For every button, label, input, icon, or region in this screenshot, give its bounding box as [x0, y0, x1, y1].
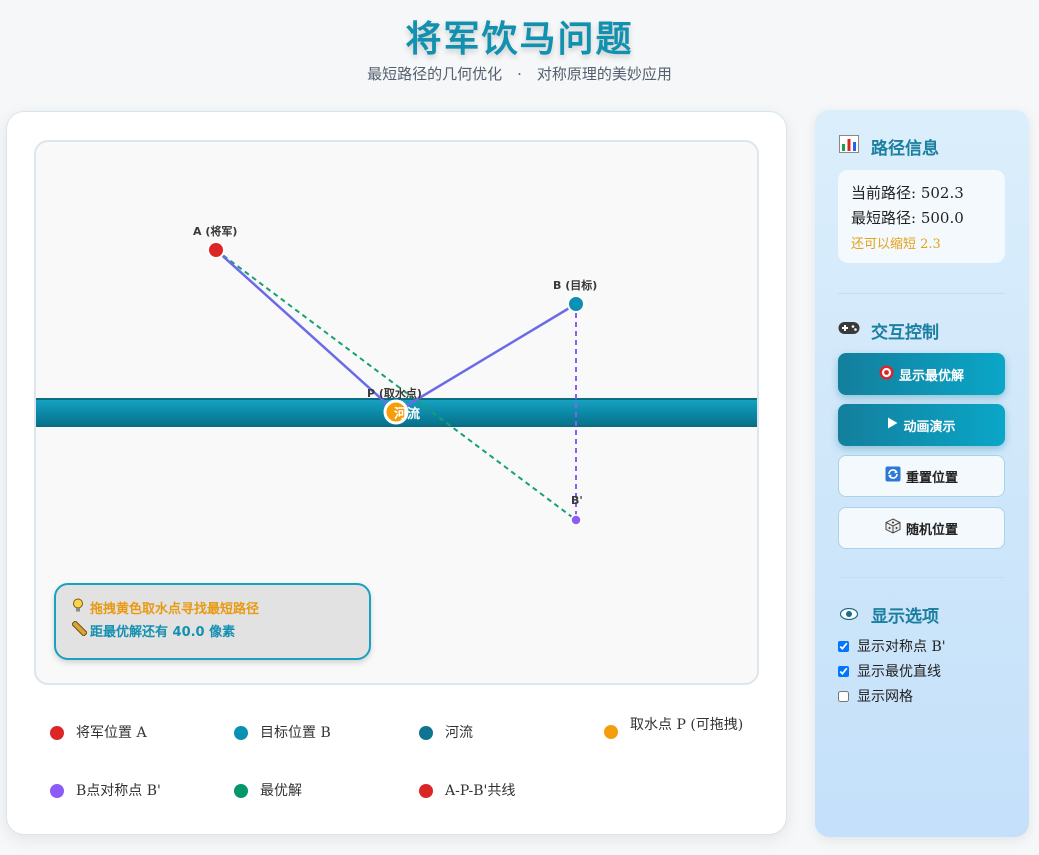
legend-label: 最优解 [260, 783, 302, 799]
checkbox-show-optimal-line[interactable]: 显示最优直线 [838, 661, 941, 681]
label-point-p: P (取水点) [367, 387, 422, 400]
legend-item-collinear: A-P-B'共线 [419, 783, 569, 800]
label-point-b: B (目标) [553, 279, 598, 292]
hint-box: 拖拽黄色取水点寻找最短路径 距最优解还有 40.0 像素 [54, 583, 371, 660]
legend-item-target-b: 目标位置 B [234, 725, 384, 742]
play-icon [887, 417, 898, 433]
remaining-hint: 还可以缩短 2.3 [851, 237, 941, 252]
path-info-title: 路径信息 [838, 134, 939, 159]
geometry-canvas[interactable]: A (将军) B (目标) P (取水点) B' 河流 拖拽黄色取水点寻找最短路… [34, 140, 759, 685]
point-b[interactable] [567, 295, 585, 313]
eye-icon [838, 605, 860, 625]
legend-dot [50, 726, 64, 740]
page-title: 将军饮马问题 [405, 18, 634, 60]
random-button[interactable]: 随机位置 [838, 507, 1005, 549]
refresh-icon [885, 466, 901, 486]
checkbox-input[interactable] [838, 665, 849, 677]
legend-dot [234, 784, 248, 798]
legend-label: 河流 [445, 725, 473, 741]
gamepad-icon [838, 321, 860, 341]
legend-label: 将军位置 A [76, 725, 147, 741]
legend-dot [419, 784, 433, 798]
path-info-box: 当前路径: 502.3 最短路径: 500.0 还可以缩短 2.3 [838, 170, 1005, 263]
side-panel: 路径信息 当前路径: 502.3 最短路径: 500.0 还可以缩短 2.3 交… [815, 110, 1029, 837]
legend-label: B点对称点 B' [76, 783, 161, 799]
drag-hint: 拖拽黄色取水点寻找最短路径 [72, 598, 259, 617]
legend-dot [50, 784, 64, 798]
point-a[interactable] [207, 241, 225, 259]
legend-label: 目标位置 B [260, 725, 331, 741]
target-icon [879, 365, 894, 384]
display-options-title: 显示选项 [838, 602, 939, 627]
checkbox-input[interactable] [838, 690, 849, 702]
checkbox-input[interactable] [838, 640, 849, 652]
show-optimal-button[interactable]: 显示最优解 [838, 353, 1005, 395]
legend-item-optimal: 最优解 [234, 783, 384, 800]
divider [838, 293, 1005, 294]
page-subtitle: 最短路径的几何优化 · 对称原理的美妙应用 [367, 65, 672, 83]
current-path-value: 当前路径: 502.3 [851, 184, 964, 202]
reset-button[interactable]: 重置位置 [838, 455, 1005, 497]
path-p-b [395, 302, 577, 414]
divider [838, 577, 1005, 578]
shortest-path-value: 最短路径: 500.0 [851, 209, 964, 227]
legend-item-river: 河流 [419, 725, 569, 742]
dice-icon [885, 518, 901, 538]
distance-hint-text: 距最优解还有 40.0 像素 [90, 625, 236, 640]
legend-label: A-P-B'共线 [445, 783, 516, 799]
checkbox-show-symmetric-point[interactable]: 显示对称点 B' [838, 636, 946, 656]
legend-dot [234, 726, 248, 740]
checkbox-show-grid[interactable]: 显示网格 [838, 686, 913, 706]
legend-item-b-prime: B点对称点 B' [50, 783, 200, 800]
label-point-a: A (将军) [193, 225, 238, 238]
legend-label: 取水点 P (可拖拽) [630, 717, 744, 733]
controls-title: 交互控制 [838, 318, 939, 343]
label-point-b-prime: B' [571, 494, 583, 507]
main-card: A (将军) B (目标) P (取水点) B' 河流 拖拽黄色取水点寻找最短路… [6, 111, 787, 835]
distance-hint: 距最优解还有 40.0 像素 [72, 621, 235, 640]
point-b-prime [570, 514, 582, 526]
drag-hint-text: 拖拽黄色取水点寻找最短路径 [90, 602, 260, 617]
animate-button[interactable]: 动画演示 [838, 404, 1005, 446]
bar-chart-icon [838, 135, 860, 158]
legend-dot [419, 726, 433, 740]
legend-dot [604, 725, 618, 739]
river-label: 河流 [394, 407, 421, 422]
legend-item-general-a: 将军位置 A [50, 725, 200, 742]
legend-item-water-point-p: 取水点 P (可拖拽) [604, 717, 744, 739]
